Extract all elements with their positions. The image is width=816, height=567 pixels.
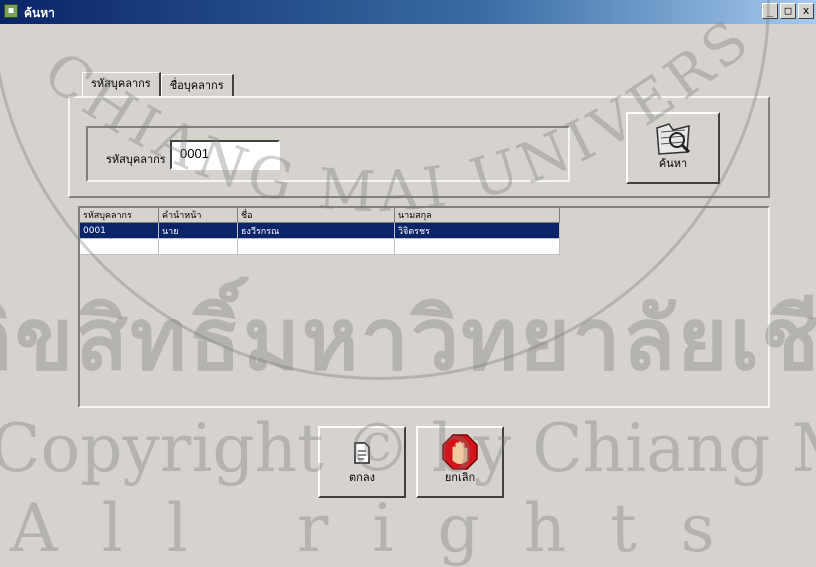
cancel-button[interactable]: ยกเลิก	[416, 426, 504, 498]
stop-hand-icon	[442, 434, 478, 470]
column-header-firstname[interactable]: ชื่อ	[237, 208, 395, 223]
watermark-rights: All rights reserved	[10, 490, 816, 567]
window-title: ค้นหา	[24, 6, 55, 20]
column-header-prefix[interactable]: คำนำหน้า	[158, 208, 238, 223]
search-button-label: ค้นหา	[658, 157, 688, 170]
cell-code[interactable]	[80, 238, 159, 255]
results-grid[interactable]: รหัสบุคลากร คำนำหน้า ชื่อ นามสกุล 0001 น…	[80, 208, 560, 255]
cell-lastname[interactable]: วิจิตรชร	[394, 222, 560, 239]
table-row[interactable]	[80, 238, 560, 255]
close-button[interactable]: x	[798, 3, 814, 19]
employee-code-input[interactable]: 0001	[170, 140, 280, 170]
watermark-copyright: Copyright © by Chiang Mai University	[0, 410, 816, 487]
ok-button[interactable]: ตกลง	[318, 426, 406, 498]
cell-lastname[interactable]	[394, 238, 560, 255]
employee-code-label: รหัสบุคลากร	[106, 153, 166, 166]
document-icon	[354, 442, 370, 464]
title-bar: ▪ ค้นหา _ □ x	[0, 0, 816, 24]
cell-firstname[interactable]	[237, 238, 395, 255]
cell-code[interactable]: 0001	[80, 222, 159, 239]
tab-employee-code[interactable]: รหัสบุคลากร	[82, 72, 161, 96]
minimize-button[interactable]: _	[762, 3, 778, 19]
cell-prefix[interactable]	[158, 238, 238, 255]
app-icon: ▪	[4, 4, 18, 18]
tab-employee-name[interactable]: ชื่อบุคลากร	[160, 74, 234, 96]
table-row[interactable]: 0001 นาย ธงวีรกรณ วิจิตรชร	[80, 222, 560, 239]
cell-firstname[interactable]: ธงวีรกรณ	[237, 222, 395, 239]
cell-prefix[interactable]: นาย	[158, 222, 238, 239]
search-button[interactable]: ค้นหา	[626, 112, 720, 184]
column-header-code[interactable]: รหัสบุคลากร	[80, 208, 159, 223]
maximize-button[interactable]: □	[780, 3, 796, 19]
cancel-button-label: ยกเลิก	[444, 471, 476, 484]
ok-button-label: ตกลง	[349, 471, 375, 484]
tab-strip: รหัสบุคลากร ชื่อบุคลากร	[82, 72, 234, 98]
column-header-lastname[interactable]: นามสกุล	[394, 208, 560, 223]
folder-search-icon	[656, 123, 691, 155]
